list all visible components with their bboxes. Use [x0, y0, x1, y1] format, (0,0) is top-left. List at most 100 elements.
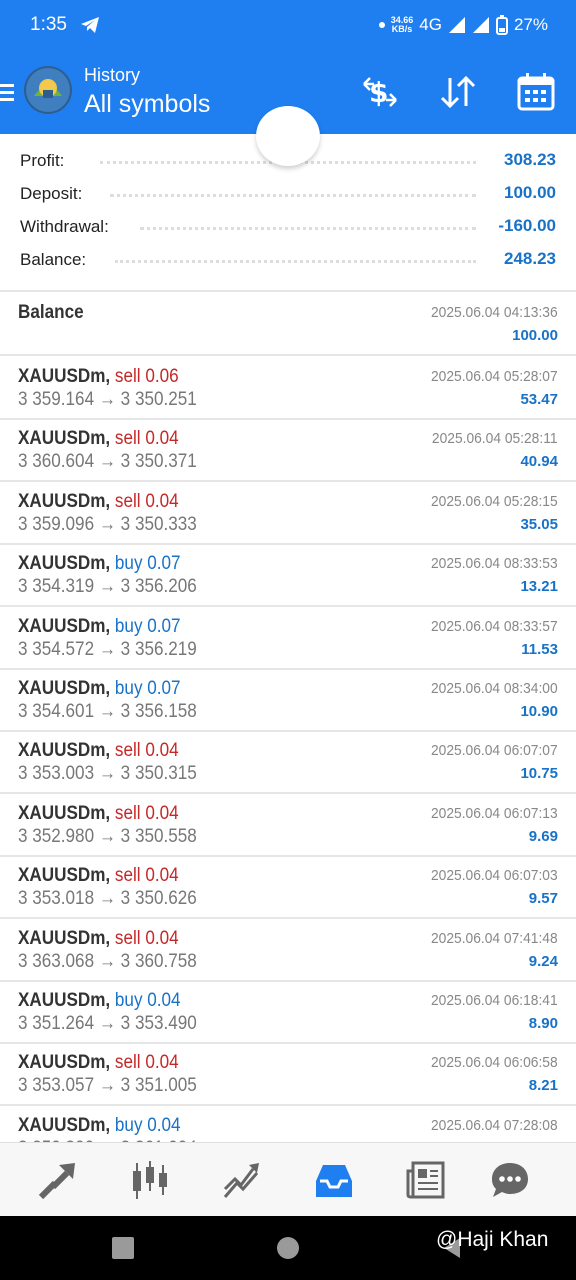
telegram-icon: [81, 17, 99, 33]
deal-volume: 0.04: [145, 802, 179, 824]
notification-dot-icon: [378, 22, 385, 28]
deal-open-price: 3 360.604: [18, 451, 95, 473]
deal-profit: 10.75: [520, 765, 558, 783]
deal-datetime: 2025.06.04 08:33:53: [431, 555, 558, 573]
chart-icon[interactable]: [129, 1159, 171, 1201]
deal-open-price: 3 354.319: [18, 576, 95, 598]
deal-close-price: 3 353.490: [120, 1013, 197, 1034]
quotes-icon[interactable]: [37, 1159, 79, 1201]
deal-symbol: XAUUSDm,: [18, 740, 111, 762]
deal-profit: 53.47: [520, 391, 558, 408]
deal-symbol: XAUUSDm,: [18, 428, 111, 450]
deal-profit: 35.05: [520, 515, 558, 533]
deal-open-price: 3 359.164: [18, 389, 95, 410]
deal-profit: 9.24: [528, 952, 558, 970]
deal-volume: 0.04: [145, 1052, 179, 1074]
recents-button[interactable]: [112, 1237, 134, 1259]
deal-profit: 9.57: [528, 890, 558, 908]
deal-row[interactable]: XAUUSDm, sell 0.04 3 353.003 → 3 350.315 2…: [0, 730, 576, 795]
arrow-right-icon: →: [98, 1075, 116, 1097]
arrow-right-icon: →: [98, 950, 116, 972]
deal-row[interactable]: XAUUSDm, sell 0.04 3 363.068 → 3 360.758 2…: [0, 918, 576, 982]
app-logo-icon: [24, 66, 72, 114]
deal-profit: 8.90: [528, 1015, 558, 1032]
balance-row[interactable]: Balance 2025.06.04 04:13:36 100.00: [0, 292, 576, 356]
deal-datetime: 2025.06.04 08:34:00: [431, 680, 558, 697]
deal-side: sell: [114, 366, 141, 387]
calendar-icon[interactable]: [516, 72, 556, 112]
deal-close-price: 3 350.251: [120, 389, 197, 410]
signal-icon-2: [472, 17, 489, 33]
arrow-right-icon: →: [98, 513, 116, 535]
deal-open-price: 3 354.601: [18, 701, 95, 722]
deal-datetime: 2025.06.04 05:28:07: [431, 368, 558, 385]
deal-close-price: 3 360.758: [120, 950, 197, 972]
home-button[interactable]: [277, 1237, 299, 1259]
deal-row[interactable]: XAUUSDm, buy 0.043 350.320 → 3 361.00420…: [0, 1105, 576, 1144]
battery-icon: [495, 15, 508, 35]
deal-symbol: XAUUSDm,: [18, 990, 111, 1011]
deal-profit: 40.94: [520, 453, 558, 471]
deal-row[interactable]: XAUUSDm, sell 0.06 3 359.164 → 3 350.251 2…: [0, 356, 576, 420]
deal-symbol: XAUUSDm,: [18, 490, 111, 512]
deal-row[interactable]: XAUUSDm, buy 0.07 3 354.572 → 3 356.219 20…: [0, 606, 576, 670]
deal-volume: 0.07: [147, 615, 181, 637]
deal-volume: 0.04: [145, 490, 179, 512]
deal-datetime: 2025.06.04 07:41:48: [431, 929, 558, 947]
arrow-right-icon: →: [98, 576, 116, 598]
sort-icon[interactable]: [438, 72, 478, 112]
arrow-right-icon: →: [98, 825, 116, 847]
deal-datetime: 2025.06.04 05:28:15: [431, 492, 558, 510]
deal-row[interactable]: XAUUSDm, sell 0.04 3 352.980 → 3 350.558 2…: [0, 793, 576, 857]
deal-profit: 100.00: [512, 327, 558, 344]
deal-datetime: 2025.06.04 07:28:08: [431, 1116, 558, 1134]
deal-datetime: 2025.06.04 04:13:36: [431, 304, 558, 321]
deal-volume: 0.04: [145, 740, 179, 762]
menu-icon[interactable]: [0, 84, 14, 104]
deal-datetime: 2025.06.04 05:28:11: [432, 430, 558, 448]
history-icon[interactable]: [313, 1159, 355, 1201]
deposit-dollar-icon[interactable]: $: [360, 72, 400, 112]
deal-side: buy: [114, 553, 143, 575]
deal-symbol: XAUUSDm,: [18, 366, 111, 387]
svg-text:$: $: [369, 76, 388, 109]
trade-icon[interactable]: [221, 1159, 263, 1201]
deal-symbol: XAUUSDm,: [18, 865, 111, 887]
pull-handle[interactable]: [256, 106, 320, 166]
deal-row[interactable]: XAUUSDm, buy 0.04 3 351.264 → 3 353.490 20…: [0, 980, 576, 1044]
arrow-right-icon: →: [98, 1013, 116, 1034]
deal-open-price: 3 352.980: [18, 825, 95, 847]
deal-row[interactable]: XAUUSDm, sell 0.04 3 353.057 → 3 351.005 2…: [0, 1042, 576, 1107]
deal-profit: 11.53: [521, 640, 558, 658]
deal-close-price: 3 350.333: [120, 513, 197, 535]
signal-icon: [448, 17, 465, 33]
deal-row[interactable]: XAUUSDm, buy 0.07 3 354.601 → 3 356.158 20…: [0, 668, 576, 732]
chat-icon[interactable]: [489, 1159, 531, 1201]
balance-label: Balance: [18, 302, 84, 323]
deal-open-price: 3 354.572: [18, 638, 95, 660]
deal-volume: 0.07: [147, 553, 181, 575]
deal-symbol: XAUUSDm,: [18, 927, 111, 949]
deal-volume: 0.04: [147, 990, 181, 1011]
deposit-value: 100.00: [504, 183, 556, 202]
arrow-right-icon: →: [98, 451, 116, 473]
deal-close-price: 3 350.315: [120, 763, 197, 785]
deal-side: buy: [114, 678, 143, 699]
deal-side: buy: [114, 1114, 143, 1136]
deal-volume: 0.04: [147, 1114, 181, 1136]
deal-profit: 8.21: [528, 1077, 558, 1095]
deal-row[interactable]: XAUUSDm, sell 0.04 3 353.018 → 3 350.626 2…: [0, 855, 576, 920]
balance-value: 248.23: [504, 249, 556, 268]
arrow-right-icon: →: [98, 763, 116, 785]
deal-row[interactable]: XAUUSDm, buy 0.07 3 354.319 → 3 356.206 20…: [0, 543, 576, 608]
history-list[interactable]: Balance 2025.06.04 04:13:36 100.00 XAUUS…: [0, 290, 576, 1144]
news-icon[interactable]: [405, 1159, 447, 1201]
system-nav-bar: @Haji Khan: [0, 1216, 576, 1280]
deal-row[interactable]: XAUUSDm, sell 0.04 3 360.604 → 3 350.371 2…: [0, 418, 576, 483]
deal-profit: 13.21: [520, 578, 558, 596]
deal-side: sell: [114, 927, 141, 949]
page-title[interactable]: All symbols: [84, 90, 210, 119]
deal-row[interactable]: XAUUSDm, sell 0.04 3 359.096 → 3 350.333 2…: [0, 481, 576, 545]
deal-profit: 9.69: [528, 827, 558, 845]
deal-side: sell: [114, 865, 141, 887]
